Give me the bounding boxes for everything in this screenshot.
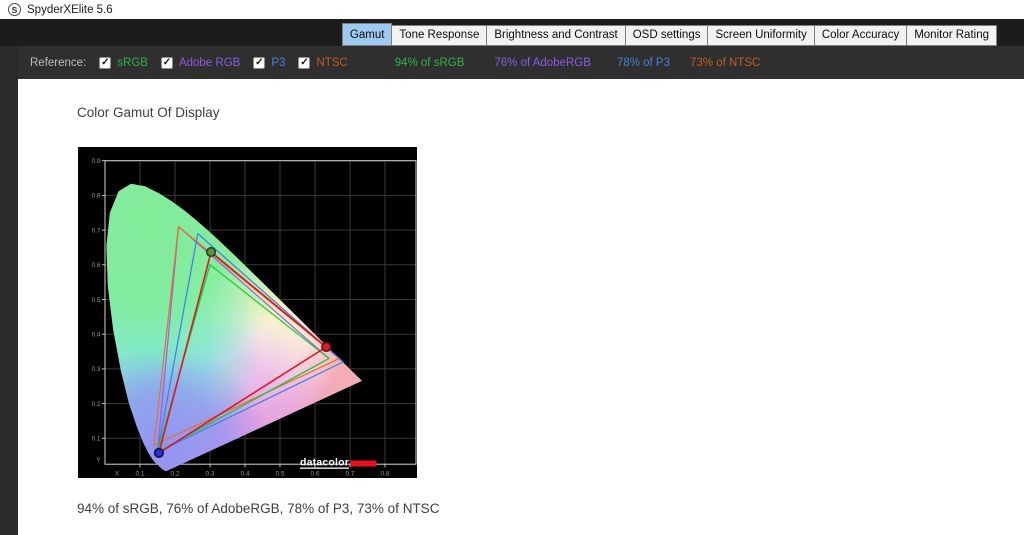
gamut-chart: 0.1 0.2 0.3 0.4 0.5 0.6 0.7 0.8 0.1 0.2 0.3 0.4 0.5 0… xyxy=(78,147,417,478)
p3-checkbox-label: P3 xyxy=(271,57,285,69)
gamut-summary-text: 94% of sRGB, 76% of AdobeRGB, 78% of P3,… xyxy=(77,501,439,516)
ntsc-checkbox-label: NTSC xyxy=(316,57,347,69)
top-bar: Gamut Tone Response Brightness and Contr… xyxy=(0,19,1024,46)
svg-text:Y: Y xyxy=(96,457,101,464)
main-panel: Color Gamut Of Display xyxy=(18,79,1024,535)
tab-osd-settings[interactable]: OSD settings xyxy=(625,25,709,46)
reference-bar: Reference: ✓ sRGB ✓ Adobe RGB ✓ P3 ✓ NTS… xyxy=(18,46,1024,79)
page-title: Color Gamut Of Display xyxy=(77,105,220,120)
svg-text:0.6: 0.6 xyxy=(91,262,100,269)
svg-text:0.8: 0.8 xyxy=(91,193,100,200)
svg-text:0.7: 0.7 xyxy=(345,471,354,478)
srgb-checkbox-label: sRGB xyxy=(117,57,148,69)
tab-tone-response[interactable]: Tone Response xyxy=(391,25,487,46)
svg-text:datacolor: datacolor xyxy=(300,457,349,469)
svg-text:X: X xyxy=(115,471,120,478)
window-title: SpyderXElite 5.6 xyxy=(27,4,113,16)
reference-option-p3: ✓ P3 xyxy=(253,57,285,69)
srgb-checkbox[interactable]: ✓ xyxy=(99,57,111,69)
svg-text:0.2: 0.2 xyxy=(170,471,179,478)
svg-text:0.4: 0.4 xyxy=(240,471,249,478)
svg-text:0.4: 0.4 xyxy=(91,332,100,339)
tab-gamut[interactable]: Gamut xyxy=(342,23,393,46)
svg-text:0.5: 0.5 xyxy=(275,471,284,478)
svg-text:0.1: 0.1 xyxy=(91,436,100,443)
ntsc-checkbox[interactable]: ✓ xyxy=(298,57,310,69)
tab-monitor-rating[interactable]: Monitor Rating xyxy=(906,25,997,46)
srgb-percentage: 94% of sRGB xyxy=(395,57,465,69)
svg-text:0.3: 0.3 xyxy=(91,366,100,373)
reference-label: Reference: xyxy=(30,57,86,69)
title-bar: S SpyderXElite 5.6 xyxy=(0,0,1024,19)
svg-text:0.6: 0.6 xyxy=(310,471,319,478)
svg-text:0.1: 0.1 xyxy=(135,471,144,478)
tab-color-accuracy[interactable]: Color Accuracy xyxy=(814,25,907,46)
tab-strip: Gamut Tone Response Brightness and Contr… xyxy=(343,23,997,46)
adobe-rgb-checkbox[interactable]: ✓ xyxy=(161,57,173,69)
svg-text:0.3: 0.3 xyxy=(205,471,214,478)
adobe-rgb-checkbox-label: Adobe RGB xyxy=(179,57,240,69)
app-logo-icon: S xyxy=(8,3,21,16)
app-frame: Gamut Tone Response Brightness and Contr… xyxy=(0,19,1024,535)
svg-text:0.9: 0.9 xyxy=(91,158,100,165)
adobe-rgb-percentage: 76% of AdobeRGB xyxy=(494,57,591,69)
tab-screen-uniformity[interactable]: Screen Uniformity xyxy=(707,25,814,46)
p3-checkbox[interactable]: ✓ xyxy=(253,57,265,69)
ntsc-percentage: 73% of NTSC xyxy=(690,57,760,69)
svg-text:0.2: 0.2 xyxy=(91,401,100,408)
svg-text:0.8: 0.8 xyxy=(380,471,389,478)
p3-percentage: 78% of P3 xyxy=(617,57,670,69)
reference-option-srgb: ✓ sRGB xyxy=(99,57,148,69)
svg-text:0.7: 0.7 xyxy=(91,227,100,234)
tab-brightness-and-contrast[interactable]: Brightness and Contrast xyxy=(486,25,625,46)
cie-chromaticity-diagram: 0.1 0.2 0.3 0.4 0.5 0.6 0.7 0.8 0.1 0.2 0.3 0.4 0.5 0… xyxy=(78,147,417,478)
svg-text:0.5: 0.5 xyxy=(91,297,100,304)
reference-option-adobe-rgb: ✓ Adobe RGB xyxy=(161,57,240,69)
reference-option-ntsc: ✓ NTSC xyxy=(298,57,347,69)
